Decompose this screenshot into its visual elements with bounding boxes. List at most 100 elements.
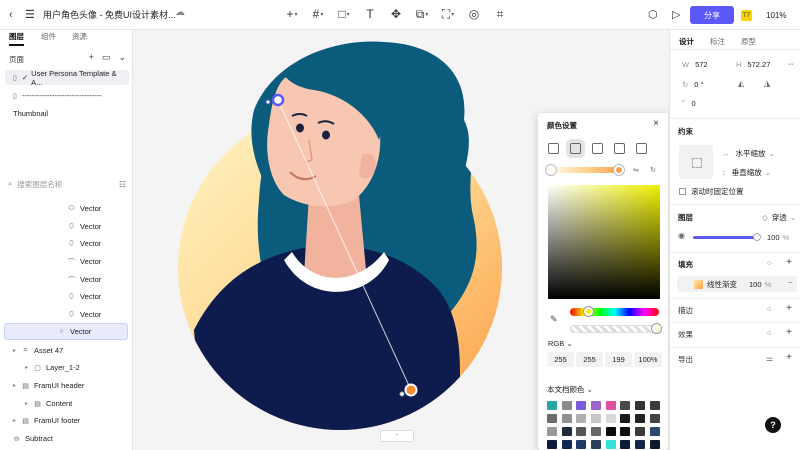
color-swatch[interactable] — [591, 414, 602, 423]
document-colors-select[interactable]: 本文档颜色 ⌄ — [547, 384, 593, 395]
mask-tool-icon[interactable]: ◎ — [468, 6, 480, 22]
alpha-slider[interactable] — [570, 325, 659, 333]
fill-color-chip[interactable] — [694, 279, 703, 289]
user-avatar[interactable]: T7 — [741, 10, 752, 21]
color-swatch[interactable] — [649, 401, 660, 410]
solid-fill-icon[interactable] — [548, 143, 559, 154]
opacity-field[interactable]: 100% — [767, 230, 789, 244]
color-swatch[interactable] — [561, 427, 572, 436]
add-tool-icon[interactable]: + — [286, 6, 298, 22]
horizontal-constraint-select[interactable]: ↔ 水平缩放 ⌄ — [722, 146, 775, 160]
layer-row[interactable]: ⬯ Vector — [4, 235, 128, 252]
export-settings-icon[interactable]: ⚌ — [766, 354, 773, 363]
radial-gradient-icon[interactable] — [592, 143, 603, 154]
style-grid-icon[interactable]: ⁘ — [766, 259, 773, 268]
color-swatch[interactable] — [605, 427, 616, 436]
play-icon[interactable]: ▷ — [672, 8, 680, 21]
linear-gradient-icon[interactable] — [570, 143, 581, 154]
color-swatch[interactable] — [605, 414, 616, 423]
color-swatch[interactable] — [620, 427, 631, 436]
help-button[interactable]: ? — [765, 417, 781, 433]
color-swatch[interactable] — [561, 401, 572, 410]
layer-row[interactable]: ⬯ Vector — [4, 288, 128, 305]
fixed-scroll-checkbox[interactable]: 滚动时固定位置 — [679, 184, 744, 198]
color-swatch[interactable] — [620, 414, 631, 423]
fill-opacity-value[interactable]: 100 — [749, 280, 762, 289]
visibility-eye-icon[interactable]: ◉ — [678, 231, 685, 240]
add-fill-icon[interactable]: + — [786, 257, 792, 268]
layer-row[interactable]: ▸ ⌗ Asset 47 — [4, 342, 128, 359]
color-swatch[interactable] — [635, 427, 646, 436]
page-item-divider[interactable]: ▯ -------------------------------- — [5, 88, 129, 103]
color-swatch[interactable] — [576, 401, 587, 410]
layer-row[interactable]: ⊖ Subtract — [4, 430, 128, 447]
color-swatch[interactable] — [605, 401, 616, 410]
color-swatch[interactable] — [649, 440, 660, 449]
layer-search[interactable]: ⌕ 搜索图层名称 ☷ — [8, 177, 130, 191]
plugin-icon[interactable]: ⬡ — [648, 8, 658, 21]
add-effect-icon[interactable]: + — [786, 327, 792, 338]
color-swatch[interactable] — [649, 414, 660, 423]
layer-row[interactable]: ⌒ Vector — [4, 271, 128, 288]
color-swatch[interactable] — [591, 440, 602, 449]
width-field[interactable]: W 572 — [682, 57, 708, 71]
pen-tool-icon[interactable]: ✥ — [390, 6, 402, 22]
collapse-icon[interactable]: ⌄ — [118, 52, 126, 63]
gradient-stop-start[interactable] — [546, 165, 556, 175]
tab-layers[interactable]: 图层 — [9, 31, 24, 42]
add-stroke-icon[interactable]: + — [786, 303, 792, 314]
tab-annotate[interactable]: 标注 — [710, 36, 725, 47]
color-swatch[interactable] — [576, 440, 587, 449]
layer-row[interactable]: ⌒ Vector — [4, 253, 128, 270]
text-tool-icon[interactable]: T — [364, 6, 376, 22]
tab-assets[interactable]: 资源 — [72, 31, 87, 42]
shape-tool-icon[interactable]: □ — [338, 6, 350, 22]
menu-icon[interactable]: ☰ — [25, 8, 35, 21]
constraint-widget[interactable] — [679, 145, 713, 179]
layer-row[interactable]: ▸ ▤ Content — [4, 395, 128, 412]
close-icon[interactable]: × — [653, 118, 659, 129]
layer-row[interactable]: ⬯ Vector — [4, 306, 128, 323]
frame-tool-icon[interactable]: # — [312, 6, 324, 22]
saturation-value-area[interactable] — [548, 185, 660, 299]
blue-value[interactable]: 199 — [605, 352, 632, 367]
add-export-icon[interactable]: + — [786, 352, 792, 363]
color-swatch[interactable] — [591, 427, 602, 436]
expand-caret-icon[interactable]: ▸ — [13, 382, 21, 389]
color-swatch[interactable] — [547, 440, 557, 449]
layer-row-selected[interactable]: ○ Vector — [4, 323, 128, 340]
rotate-icon[interactable]: ↻ — [650, 166, 656, 174]
color-swatch[interactable] — [576, 414, 587, 423]
canvas-scroll-indicator[interactable]: ⌃ — [380, 430, 414, 442]
page-item-thumbnail[interactable]: Thumbnail — [5, 106, 129, 121]
color-swatch[interactable] — [547, 414, 557, 423]
swap-icon[interactable]: ⇋ — [633, 166, 639, 174]
expand-caret-icon[interactable]: ▸ — [25, 364, 33, 371]
layer-row[interactable]: ⬯ Vector — [4, 218, 128, 235]
link-ratio-icon[interactable]: ⇔ — [787, 59, 795, 68]
color-swatch[interactable] — [576, 427, 587, 436]
alpha-slider-thumb[interactable] — [652, 324, 661, 333]
tab-prototype[interactable]: 原型 — [741, 36, 756, 47]
component-tool-icon[interactable]: ⛶ — [442, 6, 454, 22]
red-value[interactable]: 255 — [547, 352, 574, 367]
crop-tool-icon[interactable]: ⌗ — [494, 6, 506, 22]
image-fill-icon[interactable] — [636, 143, 647, 154]
tab-components[interactable]: 组件 — [41, 31, 56, 42]
page-item-user-persona[interactable]: ▯ ✓ User Persona Template & A... — [5, 69, 129, 87]
style-grid-icon[interactable]: ⁘ — [766, 305, 773, 314]
folder-icon[interactable]: ▭ — [102, 52, 111, 63]
color-swatch[interactable] — [635, 440, 646, 449]
alpha-value[interactable]: 100% — [634, 352, 662, 367]
radius-field[interactable]: ⌜ 0 — [682, 96, 696, 110]
color-swatch[interactable] — [605, 440, 616, 449]
boolean-tool-icon[interactable]: ⧉ — [416, 6, 428, 22]
fill-row[interactable]: 线性渐变 100 % — [677, 276, 797, 292]
color-swatch[interactable] — [620, 401, 631, 410]
gradient-bar[interactable] — [549, 167, 623, 173]
expand-caret-icon[interactable]: ▸ — [25, 400, 33, 407]
color-swatch[interactable] — [561, 414, 572, 423]
layer-row[interactable]: ▸ ▢ Layer_1-2 — [4, 359, 128, 376]
color-mode-select[interactable]: RGB ⌄ — [548, 339, 573, 348]
angular-gradient-icon[interactable] — [614, 143, 625, 154]
